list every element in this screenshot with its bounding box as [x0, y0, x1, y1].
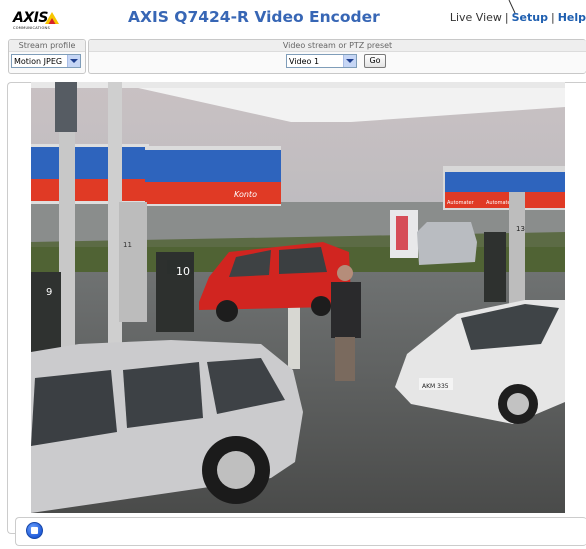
video-stream-select[interactable]: Video 1: [286, 54, 357, 68]
license-plate-text: AKM 335: [422, 383, 449, 390]
stream-profile-panel: Stream profile Motion JPEG: [8, 39, 86, 74]
video-scene: Konto Automater Automater 11 9 10 13 AKM…: [31, 82, 565, 513]
stream-profile-label: Stream profile: [9, 40, 85, 52]
canopy-sign-text: Konto: [234, 190, 257, 199]
pump-number-center: 10: [176, 265, 190, 278]
logo-subtext: COMMUNICATIONS: [13, 26, 50, 30]
video-stream-preset-panel: Video stream or PTZ preset Video 1 Go: [88, 39, 586, 74]
chevron-down-icon[interactable]: [67, 55, 80, 67]
page-title: AXIS Q7424-R Video Encoder: [128, 8, 380, 26]
pump-number-left: 9: [46, 287, 52, 298]
stream-profile-select[interactable]: Motion JPEG: [11, 54, 81, 68]
stop-button[interactable]: [26, 522, 43, 539]
top-navigation: Live View | Setup | Help: [450, 11, 586, 24]
nav-separator: |: [504, 11, 509, 24]
go-button[interactable]: Go: [364, 54, 386, 68]
live-video-image[interactable]: Konto Automater Automater 11 9 10 13 AKM…: [31, 82, 565, 513]
stop-icon: [31, 527, 38, 534]
logo-triangle-icon: [45, 12, 59, 24]
chevron-down-icon[interactable]: [343, 55, 356, 67]
nav-help-link[interactable]: Help: [558, 11, 586, 24]
nav-separator: |: [550, 11, 555, 24]
nav-setup-link[interactable]: Setup: [512, 11, 548, 24]
right-canopy-sign-1: Automater: [447, 200, 475, 206]
nav-live-view[interactable]: Live View: [450, 11, 502, 24]
axis-logo: AXIS COMMUNICATIONS: [13, 10, 61, 32]
stream-profile-value: Motion JPEG: [14, 57, 63, 66]
preset-label: Video stream or PTZ preset: [89, 40, 586, 52]
pump-number-right: 13: [516, 225, 525, 233]
video-stream-value: Video 1: [289, 57, 320, 66]
pillar-number: 11: [123, 241, 132, 249]
video-control-bar: [15, 517, 586, 546]
